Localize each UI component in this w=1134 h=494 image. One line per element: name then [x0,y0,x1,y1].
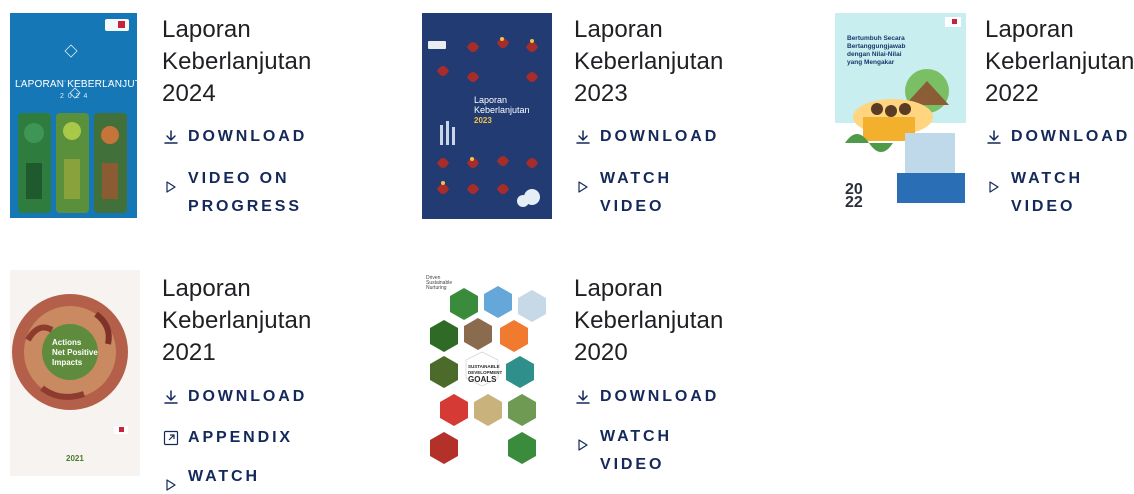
play-icon [989,181,999,193]
video-label-line: VIDEO [600,198,665,215]
cover-tagline-line2: Bertanggungjawab [847,43,906,50]
download-icon [164,390,178,404]
play-icon [166,181,176,193]
report-year: 2023 [574,80,628,107]
cover-tagline-line4: yang Mengakar [847,59,895,66]
report-title-line: Keberlanjutan [162,48,312,75]
download-button-2023[interactable]: DOWNLOAD [574,123,719,151]
report-cover-2023[interactable]: Laporan Keberlanjutan 2023 [422,13,552,219]
video-label-line: WATCH [600,170,672,187]
watch-video-button-2023[interactable]: WATCH VIDEO [574,165,672,221]
video-label-line: VIDEO [600,456,665,473]
download-button-2022[interactable]: DOWNLOAD [985,123,1130,151]
download-icon [164,130,178,144]
cover-circle-line1: Actions [52,338,82,347]
report-title-line: Keberlanjutan [162,307,312,334]
cover-year-bottom: 22 [845,194,863,209]
appendix-button-2021[interactable]: APPENDIX [162,424,293,452]
cover-illustration-2021 [10,270,140,476]
cover-year: 2023 [474,116,492,125]
report-title-2022: Laporan Keberlanjutan 2022 [985,14,1134,110]
cover-top-line3: Nurturing [426,285,447,291]
cover-illustration-2024 [10,13,137,218]
report-title-2024: Laporan Keberlanjutan 2024 [162,14,332,110]
report-title-line: Keberlanjutan [574,307,724,334]
download-label: DOWNLOAD [600,128,720,145]
report-cover-2024[interactable]: LAPORAN KEBERLANJUTAN 2 0 2 4 [10,13,137,218]
play-icon [166,479,176,491]
report-year: 2024 [162,80,216,107]
watch-video-button-2022[interactable]: WATCH VIDEO [985,165,1083,221]
report-cover-2021[interactable]: Actions Net Positive Impacts 2021 [10,270,140,476]
video-label-line: WATCH [600,428,672,445]
external-link-icon [163,430,179,446]
report-title-line: Keberlanjutan [574,48,724,75]
report-title-2020: Laporan Keberlanjutan 2020 [574,273,744,369]
video-label: VIDEO ON PROGRESS [188,165,302,221]
cover-year: 2 0 2 4 [60,93,89,100]
report-cover-2022[interactable]: Bertumbuh Secara Bertanggungjawab dengan… [835,13,966,208]
download-button-2024[interactable]: DOWNLOAD [162,123,307,151]
appendix-label: APPENDIX [188,429,293,446]
cover-tagline-line3: dengan Nilai-Nilai [847,51,902,58]
report-title-line: Laporan [574,275,663,302]
report-year: 2022 [985,80,1039,107]
video-label: WATCH VIDEO [600,423,672,479]
download-label: DOWNLOAD [188,128,308,145]
report-title-line: Laporan [162,275,251,302]
report-title-line: Laporan [162,16,251,43]
report-card-2021: Actions Net Positive Impacts 2021 Lapora… [0,260,360,491]
cover-tagline-line1: Bertumbuh Secara [847,35,905,42]
cover-goals-line3: GOALS [468,375,497,384]
report-year: 2020 [574,339,628,366]
video-label-line: WATCH [1011,170,1083,187]
video-label-line: PROGRESS [188,198,302,215]
download-icon [576,390,590,404]
cover-heading: LAPORAN KEBERLANJUTAN [15,79,137,90]
download-button-2021[interactable]: DOWNLOAD [162,383,307,411]
video-label: WATCH VIDEO [1011,165,1083,221]
cover-heading-line1: Laporan [474,95,508,105]
video-label-line: VIDEO ON [188,170,290,187]
report-card-2023: Laporan Keberlanjutan 2023 Laporan Keber… [410,0,770,230]
download-label: DOWNLOAD [600,388,720,405]
report-cover-2020[interactable]: Driven Sustainable Nurturing SUSTAINABLE… [420,270,552,476]
video-on-progress-button-2024[interactable]: VIDEO ON PROGRESS [162,165,302,221]
watch-label: WATCH [188,468,260,485]
watch-video-button-2020[interactable]: WATCH VIDEO [574,423,672,479]
report-year: 2021 [162,339,216,366]
report-title-2021: Laporan Keberlanjutan 2021 [162,273,332,369]
report-title-line: Laporan [574,16,663,43]
video-label-line: VIDEO [1011,198,1076,215]
cover-heading-line2: Keberlanjutan [474,105,530,115]
video-label: WATCH VIDEO [600,165,672,221]
report-card-2024: LAPORAN KEBERLANJUTAN 2 0 2 4 Laporan Ke… [0,0,360,230]
cover-circle-line2: Net Positive [52,348,98,357]
download-icon [987,130,1001,144]
play-icon [578,439,588,451]
cover-year: 2021 [66,454,84,463]
play-icon [578,181,588,193]
download-label: DOWNLOAD [1011,128,1131,145]
watch-button-2021[interactable]: WATCH [162,463,260,494]
report-title-line: Laporan [985,16,1074,43]
report-card-2022: Bertumbuh Secara Bertanggungjawab dengan… [820,0,1134,230]
report-card-2020: Driven Sustainable Nurturing SUSTAINABLE… [410,260,770,483]
report-title-line: Keberlanjutan [985,48,1134,75]
report-title-2023: Laporan Keberlanjutan 2023 [574,14,744,110]
download-icon [576,130,590,144]
cover-circle-line3: Impacts [52,358,83,367]
download-button-2020[interactable]: DOWNLOAD [574,383,719,411]
cover-goals-line1: SUSTAINABLE [468,364,500,369]
download-label: DOWNLOAD [188,388,308,405]
